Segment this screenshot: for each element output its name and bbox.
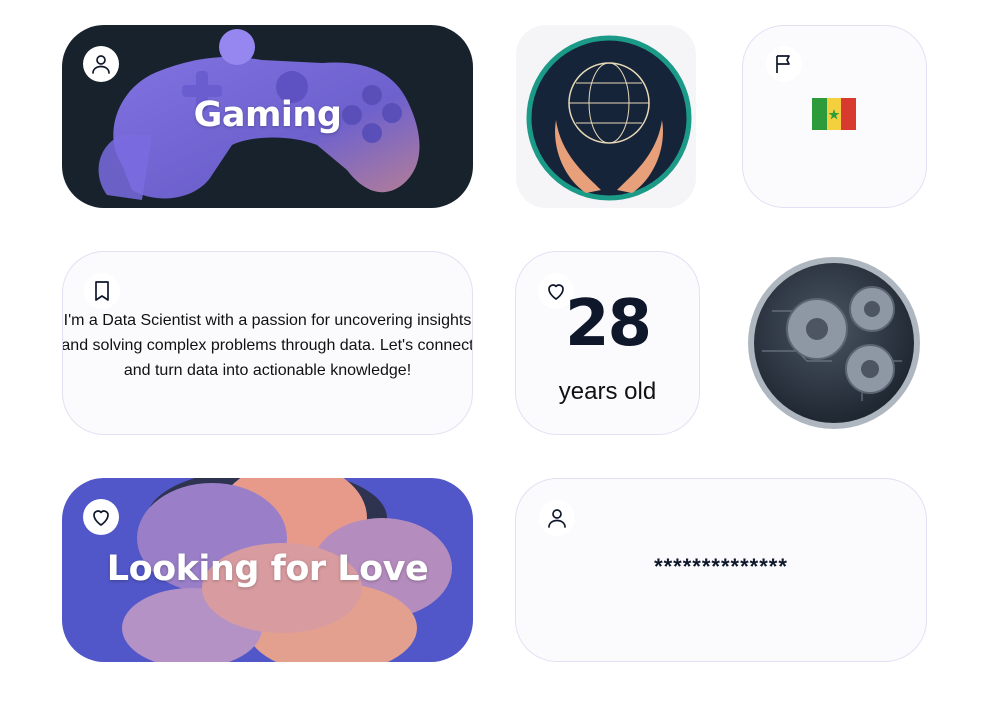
- gears-circuit-badge: [748, 257, 920, 429]
- gaming-title: Gaming: [193, 95, 342, 135]
- bookmark-icon: [84, 273, 120, 309]
- globe-in-hands-illustration: [526, 35, 692, 201]
- gaming-card[interactable]: Gaming: [62, 25, 473, 208]
- tech-card[interactable]: [742, 251, 927, 435]
- user-icon: [539, 500, 575, 536]
- bio-text: I'm a Data Scientist with a passion for …: [62, 312, 473, 379]
- hidden-card[interactable]: **************: [515, 478, 927, 662]
- bio-card[interactable]: I'm a Data Scientist with a passion for …: [62, 251, 473, 435]
- senegal-flag: [812, 98, 856, 130]
- love-title: Looking for Love: [106, 549, 429, 589]
- user-icon: [83, 46, 119, 82]
- flag-icon: [766, 46, 802, 82]
- world-card[interactable]: [516, 25, 696, 208]
- country-card[interactable]: [742, 25, 927, 208]
- heart-icon: [83, 499, 119, 535]
- age-card[interactable]: 28 years old: [515, 251, 700, 435]
- hidden-value: **************: [654, 554, 788, 579]
- love-card[interactable]: Looking for Love: [62, 478, 473, 662]
- age-number: 28: [564, 287, 652, 361]
- age-label: years old: [558, 378, 657, 405]
